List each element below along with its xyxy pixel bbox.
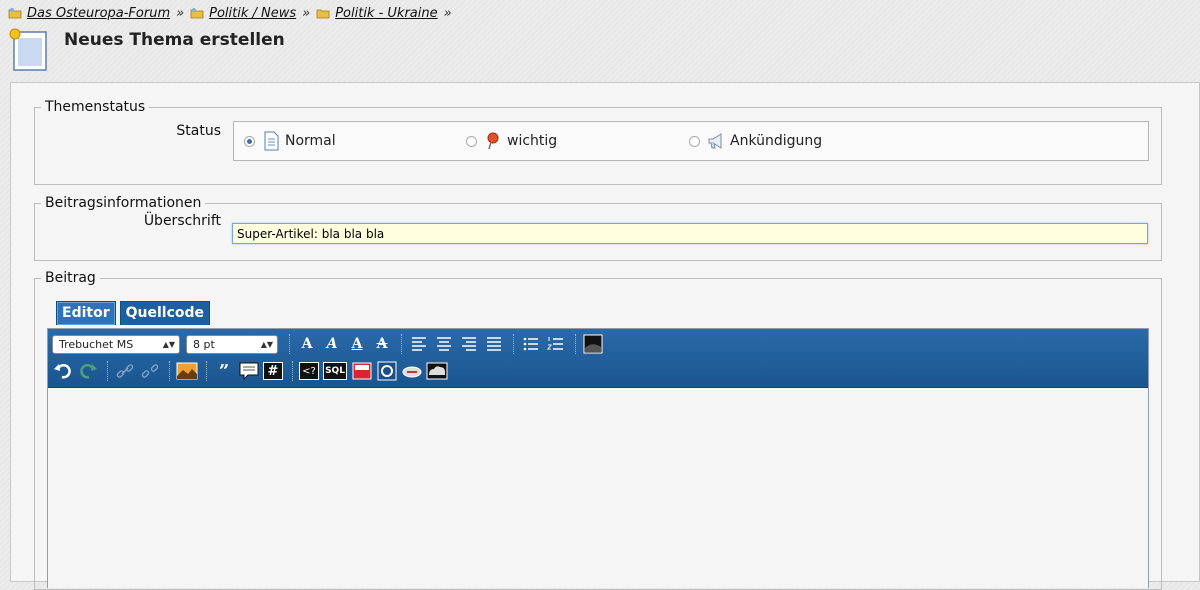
breadcrumb-item-politik-news[interactable]: Politik / News: [190, 6, 296, 21]
breadcrumb-separator: »: [443, 5, 452, 21]
soundcloud-icon[interactable]: [426, 360, 448, 382]
editor-toolbar: Trebuchet MS ▲▼ 8 pt ▲▼ A A A A ” # <? S…: [48, 329, 1148, 388]
option-label: Ankündigung: [730, 133, 823, 149]
toolbar-separator: [289, 334, 291, 354]
radio-wichtig[interactable]: [466, 135, 477, 147]
redo-icon[interactable]: [77, 360, 99, 382]
hashtag-icon[interactable]: #: [263, 362, 283, 380]
form-container: Themenstatus Status Normal wichtig Ankün…: [10, 82, 1200, 590]
status-options: Normal wichtig Ankündigung: [233, 121, 1149, 161]
toolbar-separator: [575, 334, 577, 354]
php-code-button[interactable]: <?: [299, 362, 319, 380]
quote-icon[interactable]: ”: [213, 360, 235, 382]
breadcrumb-item-ukraine[interactable]: Politik - Ukraine: [316, 6, 438, 21]
italic-icon[interactable]: A: [321, 333, 343, 355]
pin-icon: [487, 132, 499, 150]
font-family-select[interactable]: Trebuchet MS ▲▼: [52, 334, 180, 354]
tab-editor[interactable]: Editor: [56, 301, 116, 325]
align-right-icon[interactable]: [458, 333, 480, 355]
radio-ankuendigung[interactable]: [689, 135, 700, 147]
ueberschrift-label: Überschrift: [143, 213, 221, 229]
radio-normal[interactable]: [244, 135, 255, 147]
breadcrumb-separator: »: [302, 5, 311, 21]
folder-icon: [8, 8, 22, 19]
status-option-normal[interactable]: Normal: [244, 122, 336, 160]
breadcrumb-link[interactable]: Das Osteuropa-Forum: [27, 6, 170, 21]
font-size-value: 8 pt: [193, 337, 215, 351]
status-label: Status: [176, 123, 221, 139]
themenstatus-legend: Themenstatus: [45, 99, 146, 115]
numbered-list-icon[interactable]: [545, 333, 567, 355]
status-option-wichtig[interactable]: wichtig: [466, 122, 557, 160]
editor-content-area[interactable]: [48, 388, 1148, 588]
page-title: Neues Thema erstellen: [64, 30, 285, 50]
beitrag-legend: Beitrag: [45, 270, 96, 286]
folder-icon: [190, 8, 204, 19]
breadcrumb-separator: »: [176, 5, 185, 21]
toolbar-separator: [513, 334, 515, 354]
new-thread-icon: [9, 28, 47, 71]
option-label: Normal: [285, 133, 336, 149]
font-family-value: Trebuchet MS: [59, 337, 134, 351]
font-size-select[interactable]: 8 pt ▲▼: [186, 334, 278, 354]
editor-tabs: Editor Quellcode: [56, 301, 214, 325]
align-justify-icon[interactable]: [483, 333, 505, 355]
comment-icon[interactable]: [238, 360, 260, 382]
undo-icon[interactable]: [52, 360, 74, 382]
youtube-icon[interactable]: [351, 360, 373, 382]
toolbar-separator: [401, 334, 403, 354]
breadcrumb-link[interactable]: Politik / News: [209, 6, 296, 21]
toolbar-row-1: Trebuchet MS ▲▼ 8 pt ▲▼ A A A A: [52, 332, 607, 356]
wysiwyg-editor: Trebuchet MS ▲▼ 8 pt ▲▼ A A A A ” # <? S…: [47, 328, 1149, 588]
toolbar-separator: [206, 361, 208, 381]
bold-icon[interactable]: A: [296, 333, 318, 355]
tab-quellcode[interactable]: Quellcode: [119, 301, 211, 325]
text-color-icon[interactable]: [582, 333, 604, 355]
toolbar-separator: [107, 361, 109, 381]
sql-button[interactable]: SQL: [323, 362, 347, 380]
megaphone-icon: [708, 133, 722, 149]
align-left-icon[interactable]: [408, 333, 430, 355]
breadcrumb: Das Osteuropa-Forum » Politik / News » P…: [8, 4, 458, 22]
align-center-icon[interactable]: [433, 333, 455, 355]
breadcrumb-item-forum[interactable]: Das Osteuropa-Forum: [8, 6, 170, 21]
toolbar-separator: [292, 361, 294, 381]
link-icon[interactable]: [114, 360, 136, 382]
myvideo-icon[interactable]: [401, 360, 423, 382]
underline-icon[interactable]: A: [346, 333, 368, 355]
option-label: wichtig: [507, 133, 558, 149]
google-video-icon[interactable]: [376, 360, 398, 382]
unlink-icon[interactable]: [139, 360, 161, 382]
image-icon[interactable]: [176, 360, 198, 382]
title-input[interactable]: [232, 223, 1148, 244]
status-option-ankuendigung[interactable]: Ankündigung: [689, 122, 822, 160]
select-arrows-icon: ▲▼: [162, 339, 175, 349]
select-arrows-icon: ▲▼: [260, 339, 273, 349]
beitragsinfo-legend: Beitragsinformationen: [45, 195, 202, 211]
toolbar-separator: [169, 361, 171, 381]
folder-icon: [316, 9, 330, 19]
toolbar-row-2: ” # <? SQL: [52, 359, 451, 383]
strikethrough-icon[interactable]: A: [371, 333, 393, 355]
document-icon: [264, 131, 279, 151]
bullet-list-icon[interactable]: [520, 333, 542, 355]
breadcrumb-link[interactable]: Politik - Ukraine: [335, 6, 437, 21]
